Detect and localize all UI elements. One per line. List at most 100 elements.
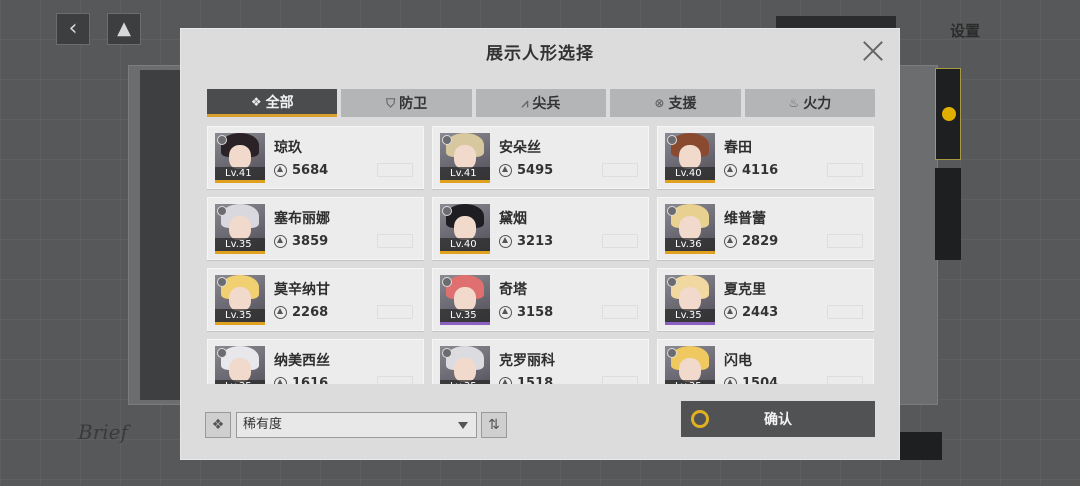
tab-vanguard[interactable]: ⩘ 尖兵 bbox=[475, 89, 607, 117]
character-card[interactable]: Lv.40 黛烟 3213 bbox=[432, 197, 649, 260]
tab-support[interactable]: ⊗ 支援 bbox=[610, 89, 741, 117]
portrait-face bbox=[454, 358, 476, 382]
combat-power-value: 5495 bbox=[517, 163, 554, 178]
rarity-bar bbox=[440, 322, 490, 325]
combat-power-value: 1616 bbox=[292, 376, 329, 384]
character-card[interactable]: Lv.36 维普蕾 2829 bbox=[657, 197, 874, 260]
power-icon bbox=[274, 377, 287, 384]
brief-signature: Brief bbox=[78, 420, 128, 444]
combat-power-value: 1518 bbox=[517, 376, 554, 384]
character-portrait: Lv.35 bbox=[665, 346, 715, 384]
portrait-face bbox=[454, 287, 476, 311]
elite-badge-icon bbox=[442, 135, 452, 145]
character-name: 闪电 bbox=[724, 353, 752, 369]
character-level: Lv.35 bbox=[215, 380, 265, 384]
power-icon bbox=[499, 306, 512, 319]
elite-badge-icon bbox=[667, 277, 677, 287]
rarity-bar bbox=[440, 180, 490, 183]
power-icon bbox=[274, 164, 287, 177]
combat-power-value: 5684 bbox=[292, 163, 329, 178]
character-card[interactable]: Lv.35 纳美西丝 1616 bbox=[207, 339, 424, 384]
character-card[interactable]: Lv.35 克罗丽科 1518 bbox=[432, 339, 649, 384]
character-level: Lv.35 bbox=[440, 380, 490, 384]
card-stamp bbox=[602, 163, 638, 177]
character-name: 夏克里 bbox=[724, 282, 766, 298]
character-card[interactable]: Lv.35 奇塔 3158 bbox=[432, 268, 649, 331]
power-icon bbox=[499, 164, 512, 177]
card-stamp bbox=[377, 305, 413, 319]
character-name: 奇塔 bbox=[499, 282, 527, 298]
power-icon bbox=[274, 306, 287, 319]
character-level: Lv.40 bbox=[440, 238, 490, 251]
combat-power: 5495 bbox=[499, 163, 553, 178]
character-grid-viewport[interactable]: Lv.41 琼玖 5684 Lv.41 安朵丝 5495 Lv.40 春田 41… bbox=[207, 126, 875, 384]
sort-order-icon[interactable]: ⇅ bbox=[481, 412, 507, 438]
power-icon bbox=[724, 164, 737, 177]
power-icon bbox=[499, 235, 512, 248]
combat-power-value: 3213 bbox=[517, 234, 554, 249]
portrait-face bbox=[454, 145, 476, 169]
power-icon bbox=[724, 306, 737, 319]
tab-label: 全部 bbox=[265, 94, 294, 111]
character-portrait: Lv.40 bbox=[665, 133, 715, 183]
character-portrait: Lv.35 bbox=[440, 346, 490, 384]
character-name: 琼玖 bbox=[274, 140, 302, 156]
portrait-face bbox=[679, 145, 701, 169]
background-side-button-2[interactable] bbox=[935, 168, 961, 260]
portrait-face bbox=[679, 216, 701, 240]
tab-defense[interactable]: ⛉ 防卫 bbox=[341, 89, 472, 117]
character-portrait: Lv.36 bbox=[665, 204, 715, 254]
combat-power: 1518 bbox=[499, 376, 553, 384]
portrait-face bbox=[229, 358, 251, 382]
character-portrait: Lv.35 bbox=[440, 275, 490, 325]
background-bottom-button[interactable] bbox=[900, 432, 942, 460]
character-card[interactable]: Lv.40 春田 4116 bbox=[657, 126, 874, 189]
sort-dropdown[interactable]: 稀有度 bbox=[236, 412, 477, 438]
rarity-bar bbox=[215, 322, 265, 325]
combat-power: 2829 bbox=[724, 234, 778, 249]
combat-power-value: 4116 bbox=[742, 163, 779, 178]
character-card[interactable]: Lv.35 闪电 1504 bbox=[657, 339, 874, 384]
filter-icon[interactable]: ❖ bbox=[205, 412, 231, 438]
combat-power: 4116 bbox=[724, 163, 778, 178]
tab-firepower[interactable]: ♨ 火力 bbox=[744, 89, 876, 117]
gold-dot-icon bbox=[942, 107, 956, 121]
combat-power-value: 2829 bbox=[742, 234, 779, 249]
character-level: Lv.35 bbox=[665, 380, 715, 384]
spearhead-icon: ⩘ bbox=[521, 95, 529, 110]
rarity-bar bbox=[440, 251, 490, 254]
character-level: Lv.41 bbox=[215, 167, 265, 180]
close-icon[interactable] bbox=[861, 39, 885, 63]
background-side-button-1[interactable] bbox=[935, 68, 961, 160]
portrait-face bbox=[229, 145, 251, 169]
combat-power: 2268 bbox=[274, 305, 328, 320]
character-card[interactable]: Lv.35 塞布丽娜 3859 bbox=[207, 197, 424, 260]
firepower-icon: ♨ bbox=[788, 96, 800, 110]
combat-power-value: 3859 bbox=[292, 234, 329, 249]
character-card[interactable]: Lv.41 琼玖 5684 bbox=[207, 126, 424, 189]
combat-power: 3859 bbox=[274, 234, 328, 249]
character-name: 黛烟 bbox=[499, 211, 527, 227]
elite-badge-icon bbox=[217, 277, 227, 287]
elite-badge-icon bbox=[442, 206, 452, 216]
shield-icon: ⛉ bbox=[386, 95, 396, 110]
card-stamp bbox=[377, 234, 413, 248]
character-level: Lv.35 bbox=[215, 238, 265, 251]
tab-all[interactable]: ❖ 全部 bbox=[207, 89, 338, 117]
doll-select-modal: 展示人形选择 ❖ 全部 ⛉ 防卫 ⩘ 尖兵 ⊗ 支援 ♨ 火力 Lv.41 琼玖… bbox=[180, 28, 900, 460]
power-icon bbox=[724, 377, 737, 384]
back-arrow-icon[interactable]: ‹ bbox=[56, 13, 90, 45]
combat-power-value: 2443 bbox=[742, 305, 779, 320]
elite-badge-icon bbox=[217, 206, 227, 216]
character-card[interactable]: Lv.35 莫辛纳甘 2268 bbox=[207, 268, 424, 331]
elite-badge-icon bbox=[217, 348, 227, 358]
elite-badge-icon bbox=[667, 135, 677, 145]
character-level: Lv.35 bbox=[215, 309, 265, 322]
elite-badge-icon bbox=[217, 135, 227, 145]
confirm-button[interactable]: 确认 bbox=[681, 401, 875, 437]
settings-button[interactable]: 设置 bbox=[930, 18, 1000, 44]
character-card[interactable]: Lv.41 安朵丝 5495 bbox=[432, 126, 649, 189]
card-stamp bbox=[827, 163, 863, 177]
character-card[interactable]: Lv.35 夏克里 2443 bbox=[657, 268, 874, 331]
rarity-bar bbox=[665, 322, 715, 325]
